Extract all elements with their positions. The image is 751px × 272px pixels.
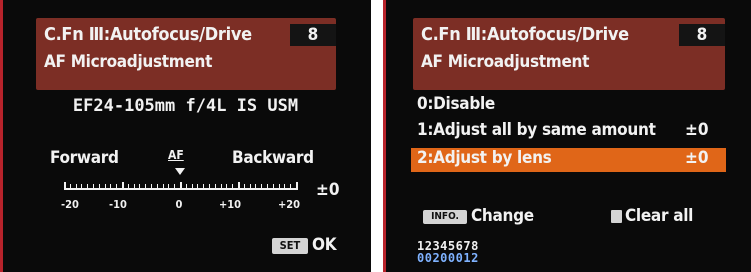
scale-tick	[133, 184, 135, 188]
ok-label: OK	[312, 235, 337, 255]
scale-tick	[145, 184, 147, 188]
scale-tick	[255, 184, 257, 188]
menu-subtitle: AF Microadjustment	[44, 52, 213, 72]
info-button-chip[interactable]: INFO.	[423, 210, 467, 224]
scale-tick	[185, 184, 187, 188]
menu-header: C.Fn Ⅲ:Autofocus/Drive 8 AF Microadjustm…	[413, 18, 725, 90]
edge-red-accent	[0, 0, 3, 272]
scale-tick	[284, 184, 286, 188]
option-adjust-by-lens[interactable]: 2:Adjust by lens	[417, 148, 552, 168]
scale-tick	[197, 184, 199, 188]
current-position-marker	[175, 168, 185, 175]
scale-tick	[93, 184, 94, 188]
tick-label: +20	[277, 198, 301, 211]
menu-header: C.Fn Ⅲ:Autofocus/Drive 8 AF Microadjustm…	[36, 18, 336, 90]
backward-label: Backward	[232, 148, 314, 168]
scale-tick	[122, 182, 124, 190]
forward-label: Forward	[50, 148, 119, 168]
scale-tick	[168, 184, 170, 188]
scale-tick	[75, 184, 77, 188]
option-adjust-all[interactable]: 1:Adjust all by same amount	[417, 120, 656, 140]
clear-all-label[interactable]: Clear all	[625, 206, 693, 226]
edge-red-accent	[383, 0, 386, 272]
scale-tick	[116, 184, 118, 188]
tick-label: -10	[109, 198, 127, 211]
change-label: Change	[471, 206, 534, 226]
tick-label: -20	[61, 198, 79, 211]
menu-title: C.Fn Ⅲ:Autofocus/Drive	[421, 24, 629, 45]
scale-tick	[261, 184, 263, 188]
scale-tick	[180, 182, 182, 190]
menu-subtitle: AF Microadjustment	[421, 52, 590, 72]
tick-label: +10	[218, 198, 242, 211]
scale-tick	[272, 184, 274, 188]
scale-tick	[98, 184, 100, 188]
option-adjust-by-lens-value: ±0	[685, 148, 709, 168]
scale-tick	[162, 184, 164, 188]
scale-tick	[191, 184, 193, 188]
trash-icon[interactable]	[611, 210, 622, 223]
scale-tick	[203, 184, 205, 188]
scale-tick	[232, 184, 234, 188]
scale-tick	[110, 184, 112, 188]
scale-tick	[290, 184, 292, 188]
af-microadjust-options-screen: C.Fn Ⅲ:Autofocus/Drive 8 AF Microadjustm…	[383, 0, 751, 272]
page-number: 8	[290, 24, 336, 46]
scale-tick	[226, 184, 228, 188]
scale-tick	[243, 184, 245, 188]
scale-tick	[296, 182, 298, 190]
af-mark: AF	[168, 148, 184, 162]
option-adjust-all-value: ±0	[685, 120, 709, 140]
scale-tick	[64, 182, 66, 190]
scale-tick	[139, 184, 141, 188]
scale-tick	[220, 184, 222, 188]
scale-tick	[174, 184, 176, 188]
page-number: 8	[679, 24, 725, 46]
adjustment-value: ±0	[316, 180, 340, 200]
lens-name: EF24-105mm f/4L IS USM	[72, 96, 299, 116]
af-microadjust-detail-screen: C.Fn Ⅲ:Autofocus/Drive 8 AF Microadjustm…	[0, 0, 371, 272]
scale-tick	[87, 184, 89, 188]
scale-tick	[81, 184, 83, 188]
scale-tick	[151, 184, 152, 188]
scale-tick	[209, 184, 210, 188]
scale-tick	[278, 184, 280, 188]
scale-tick	[156, 184, 158, 188]
scale-tick	[249, 184, 251, 188]
scale-tick	[69, 184, 71, 188]
menu-title: C.Fn Ⅲ:Autofocus/Drive	[44, 24, 252, 45]
set-button-chip[interactable]: SET	[272, 238, 308, 254]
scale-tick	[267, 184, 268, 188]
scale-tick	[238, 182, 240, 190]
option-disable[interactable]: 0:Disable	[417, 94, 495, 114]
scale-tick	[104, 184, 106, 188]
settings-values: 00200012	[417, 251, 479, 265]
scale-tick	[127, 184, 129, 188]
tick-label: 0	[175, 198, 183, 211]
scale-tick	[214, 184, 216, 188]
